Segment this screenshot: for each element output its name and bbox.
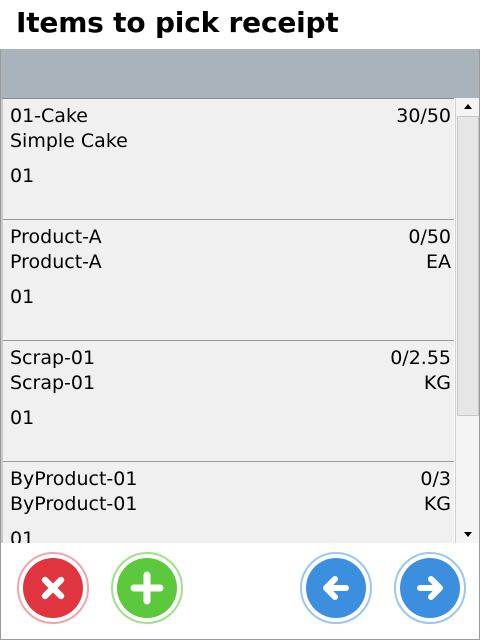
action-footer <box>1 543 479 639</box>
close-icon <box>23 558 83 618</box>
item-code: Scrap-01 <box>10 347 96 369</box>
list-item[interactable]: Product-A 0/50 Product-A EA 01 <box>3 220 454 341</box>
list-item[interactable]: 01-Cake 30/50 Simple Cake 01 <box>3 99 454 220</box>
item-description: Product-A <box>10 251 102 273</box>
item-unit: KG <box>423 493 451 515</box>
item-location: 01 <box>10 407 35 429</box>
title-bar: Items to pick receipt <box>0 0 480 49</box>
item-code: ByProduct-01 <box>10 468 138 490</box>
list-item[interactable]: ByProduct-01 0/3 ByProduct-01 KG 01 <box>3 462 454 543</box>
item-quantity: 0/50 <box>408 226 451 248</box>
scrollbar-thumb[interactable] <box>457 116 479 416</box>
arrow-left-icon <box>306 558 366 618</box>
subheader-bar <box>1 49 479 98</box>
items-list[interactable]: 01-Cake 30/50 Simple Cake 01 Product-A 0… <box>1 98 454 543</box>
item-description: Simple Cake <box>10 130 128 152</box>
page-title: Items to pick receipt <box>16 6 339 39</box>
item-unit: EA <box>425 251 451 273</box>
add-button[interactable] <box>111 552 183 624</box>
item-quantity: 0/3 <box>420 468 451 490</box>
plus-icon <box>117 558 177 618</box>
list-item[interactable]: Scrap-01 0/2.55 Scrap-01 KG 01 <box>3 341 454 462</box>
scroll-down-arrow-icon[interactable] <box>456 527 479 541</box>
cancel-button[interactable] <box>17 552 89 624</box>
item-quantity: 30/50 <box>396 105 451 127</box>
item-unit: KG <box>423 372 451 394</box>
previous-button[interactable] <box>300 552 372 624</box>
arrow-right-icon <box>400 558 460 618</box>
item-code: Product-A <box>10 226 102 248</box>
item-description: ByProduct-01 <box>10 493 138 515</box>
item-location: 01 <box>10 528 35 543</box>
item-quantity: 0/2.55 <box>390 347 451 369</box>
next-button[interactable] <box>394 552 466 624</box>
scroll-up-arrow-icon[interactable] <box>456 100 479 114</box>
item-location: 01 <box>10 165 35 187</box>
item-location: 01 <box>10 286 35 308</box>
list-scrollbar[interactable] <box>455 98 479 543</box>
item-description: Scrap-01 <box>10 372 96 394</box>
item-code: 01-Cake <box>10 105 88 127</box>
